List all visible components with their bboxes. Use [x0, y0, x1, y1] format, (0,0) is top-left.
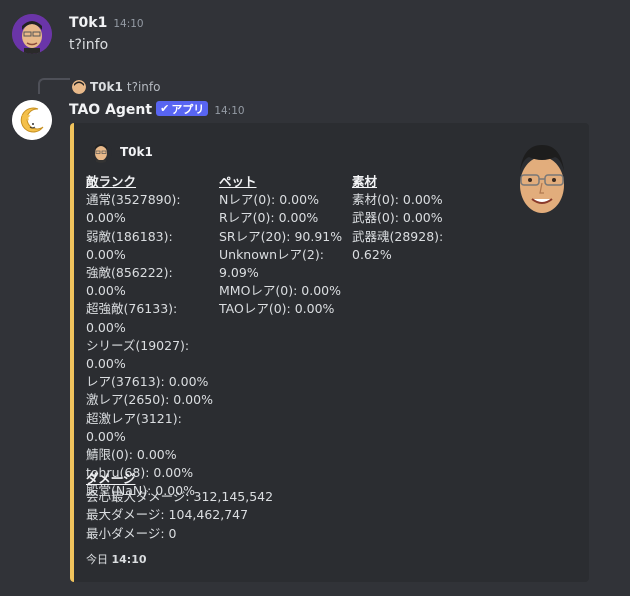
app-badge-label: アプリ — [171, 102, 205, 116]
footer-day: 今日 — [86, 553, 108, 566]
reply-reference[interactable]: T0k1 t?info — [72, 80, 160, 94]
moon-icon — [12, 100, 52, 140]
bot-username-text[interactable]: TAO Agent — [69, 102, 152, 118]
field-line: 会心最大ダメージ: 312,145,542 — [86, 489, 274, 505]
face-icon — [72, 80, 86, 94]
field-line: シリーズ(19027): — [86, 337, 190, 353]
field-line: 素材(0): 0.00% — [352, 192, 443, 208]
embed-author-avatar — [90, 141, 112, 163]
field-line: 0.00% — [86, 210, 126, 226]
field-title: 素材 — [352, 174, 378, 189]
face-thumbnail-icon — [520, 145, 564, 213]
reply-text: t?info — [126, 80, 161, 94]
field-line: TAOレア(0): 0.00% — [219, 301, 335, 317]
field-line: 通常(3527890): — [86, 192, 181, 208]
reply-connector — [38, 78, 70, 94]
embed-footer: 今日 14:10 — [86, 551, 147, 567]
field-line: 強敵(856222): 0.00% — [86, 265, 173, 299]
field-line: 超激レア(3121): — [86, 410, 182, 426]
username-text[interactable]: T0k1 — [69, 15, 107, 31]
field-line: Rレア(0): 0.00% — [219, 210, 319, 226]
field-line: 最大ダメージ: 104,462,747 — [86, 507, 249, 523]
field-line: Unknownレア(2): — [219, 246, 324, 262]
bot-timestamp: 14:10 — [214, 105, 245, 117]
field-line: 0.00% — [86, 319, 126, 335]
field-title: 敵ランク — [86, 174, 137, 189]
field-line: 鯖限(0): 0.00% — [86, 447, 177, 463]
field-line: 9.09% — [219, 265, 259, 281]
timestamp: 14:10 — [113, 18, 144, 30]
field-title: ペット — [219, 174, 257, 189]
field-line: 0.00% — [86, 356, 126, 372]
embed-author[interactable]: T0k1 — [90, 141, 153, 163]
username[interactable]: T0k1 14:10 — [69, 15, 144, 31]
user-avatar[interactable] — [12, 14, 52, 54]
field-damage: ダメージ 会心最大ダメージ: 312,145,542 最大ダメージ: 104,4… — [86, 470, 273, 543]
reply-avatar — [72, 80, 86, 94]
footer-time: 14:10 — [111, 553, 147, 566]
field-pet: ペット Nレア(0): 0.00% Rレア(0): 0.00% SRレア(20)… — [219, 173, 347, 319]
field-line: 激レア(2650): 0.00% — [86, 392, 213, 408]
check-icon: ✔ — [160, 102, 170, 115]
field-enemy-rank: 敵ランク 通常(3527890): 0.00% 弱敵(186183): 0.00… — [86, 173, 214, 501]
field-line: 武器(0): 0.00% — [352, 210, 443, 226]
app-badge: ✔ アプリ — [156, 101, 209, 116]
face-icon — [90, 141, 112, 163]
embed-card: T0k1 敵ランク 通常(3527890): 0.00% 弱敵(186183):… — [70, 123, 589, 582]
field-line: SRレア(20): 90.91% — [219, 228, 343, 244]
field-line: 0.62% — [352, 246, 392, 262]
field-line: MMOレア(0): 0.00% — [219, 283, 342, 299]
field-line: 最小ダメージ: 0 — [86, 525, 177, 541]
field-material: 素材 素材(0): 0.00% 武器(0): 0.00% 武器魂(28928):… — [352, 173, 472, 264]
embed-author-name[interactable]: T0k1 — [120, 145, 153, 159]
field-line: 武器魂(28928): — [352, 228, 444, 244]
reply-username[interactable]: T0k1 — [90, 80, 123, 94]
field-title: ダメージ — [86, 471, 136, 486]
field-line: 弱敵(186183): 0.00% — [86, 228, 173, 262]
face-icon — [12, 14, 52, 54]
embed-thumbnail[interactable] — [509, 141, 575, 219]
message-text: t?info — [69, 37, 109, 53]
field-line: レア(37613): 0.00% — [86, 374, 209, 390]
field-line: Nレア(0): 0.00% — [219, 192, 319, 208]
bot-avatar[interactable] — [12, 100, 52, 140]
bot-username[interactable]: TAO Agent ✔ アプリ 14:10 — [69, 101, 245, 118]
field-line: 0.00% — [86, 428, 126, 444]
field-line: 超強敵(76133): — [86, 301, 178, 317]
